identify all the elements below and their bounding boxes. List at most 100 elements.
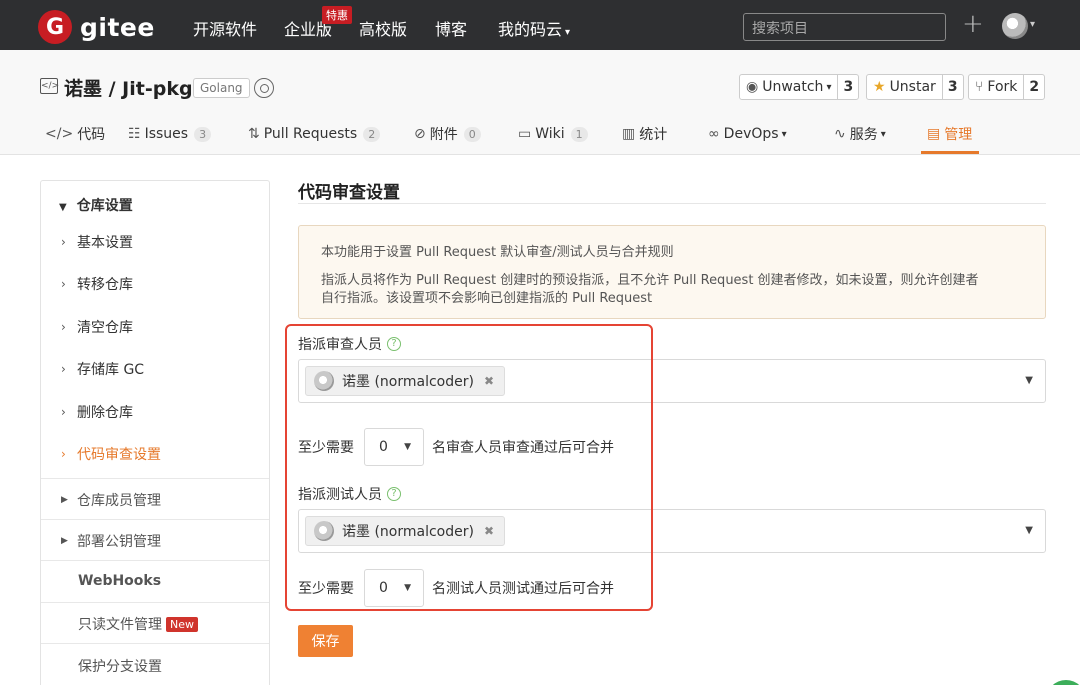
chevron-right-icon: ›	[61, 277, 66, 291]
sidebar-item-clear[interactable]: › 清空仓库	[61, 317, 133, 337]
test-count-value: 0	[379, 580, 388, 596]
chevron-down-icon[interactable]: ▾	[1030, 19, 1035, 30]
tab-manage[interactable]: ▤ 管理	[927, 124, 972, 144]
tab-code[interactable]: </> 代码	[45, 124, 105, 144]
reviewer-select[interactable]: 诺墨 (normalcoder) ✖ ▼	[298, 359, 1046, 403]
attachment-icon: ⊘	[414, 126, 426, 142]
watch-count[interactable]: 3	[838, 79, 858, 95]
tab-label: DevOps	[723, 126, 779, 142]
tester-label: 指派测试人员?	[298, 484, 401, 504]
tab-label: 统计	[639, 127, 668, 143]
sidebar-item-members[interactable]: ▶ 仓库成员管理	[61, 490, 161, 510]
top-nav: G gitee 开源软件 企业版 特惠 高校版 博客 我的码云 ▾ 搜索项目 + …	[0, 0, 1080, 50]
help-icon[interactable]: ?	[387, 487, 401, 501]
plus-icon[interactable]: +	[962, 11, 984, 37]
wiki-icon: ▭	[518, 126, 532, 142]
sidebar-item-deploy-keys[interactable]: ▶ 部署公钥管理	[61, 531, 161, 551]
sidebar-item-transfer[interactable]: › 转移仓库	[61, 274, 133, 294]
chevron-right-icon: ›	[61, 362, 66, 376]
divider	[41, 519, 269, 520]
remove-icon[interactable]: ✖	[484, 524, 494, 538]
chevron-down-icon[interactable]: ▼	[1025, 375, 1033, 386]
nav-university[interactable]: 高校版	[359, 16, 407, 40]
chevron-down-icon: ▼	[404, 442, 411, 452]
fork-button[interactable]: ⑂ Fork 2	[968, 74, 1046, 100]
issues-icon: ☷	[128, 126, 141, 142]
chevron-down-icon[interactable]: ▼	[1025, 525, 1033, 536]
review-count-select[interactable]: 0 ▼	[364, 428, 424, 466]
save-button[interactable]: 保存	[298, 625, 353, 657]
test-suffix: 名测试人员测试通过后可合并	[432, 581, 614, 597]
repo-code-icon: </>	[40, 78, 59, 94]
eye-icon: ◉	[746, 79, 759, 95]
sidebar-item-gc[interactable]: › 存储库 GC	[61, 359, 144, 379]
tab-attachments[interactable]: ⊘ 附件 0	[414, 124, 481, 144]
sidebar-item-protected-branches[interactable]: 保护分支设置	[78, 656, 162, 676]
tab-devops[interactable]: ∞ DevOps ▾	[708, 124, 787, 144]
remove-icon[interactable]: ✖	[484, 374, 494, 388]
repo-title[interactable]: 诺墨 / Jit-pkg	[64, 74, 193, 101]
notice-line: 自行指派。该设置项不会影响已创建指派的 Pull Request	[321, 291, 653, 306]
divider	[41, 602, 269, 603]
notice-line: 指派人员将作为 Pull Request 创建时的预设指派，且不允许 Pull …	[321, 273, 979, 288]
sidebar-item-label: 清空仓库	[77, 320, 133, 336]
search-input[interactable]: 搜索项目	[743, 13, 946, 41]
avatar	[314, 371, 334, 391]
tab-services[interactable]: ∿ 服务 ▾	[834, 124, 886, 144]
language-tag[interactable]: Golang	[193, 78, 250, 98]
help-widget[interactable]	[1046, 680, 1080, 685]
help-icon[interactable]: ?	[387, 337, 401, 351]
tab-pull-requests[interactable]: ⇅ Pull Requests 2	[248, 124, 381, 144]
sidebar-item-basic[interactable]: › 基本设置	[61, 232, 133, 252]
pull-request-icon: ⇅	[248, 126, 260, 142]
fork-icon: ⑂	[975, 79, 984, 95]
active-tab-indicator	[921, 151, 979, 154]
star-count[interactable]: 3	[943, 79, 963, 95]
tab-count: 2	[363, 126, 381, 142]
reviewer-label: 指派审查人员?	[298, 334, 401, 354]
tab-wiki[interactable]: ▭ Wiki 1	[518, 124, 588, 144]
sidebar-item-webhooks[interactable]: WebHooks	[78, 573, 161, 589]
review-count-value: 0	[379, 439, 388, 455]
tab-count: 0	[463, 126, 481, 142]
chevron-right-icon: ›	[61, 235, 66, 249]
page-title: 代码审查设置	[298, 183, 400, 203]
tab-label: 管理	[944, 127, 973, 143]
test-count-row: 至少需要 0 ▼ 名测试人员测试通过后可合并	[298, 569, 614, 607]
review-suffix: 名审查人员审查通过后可合并	[432, 440, 614, 456]
sidebar-item-code-review[interactable]: › 代码审查设置	[61, 444, 161, 464]
fork-label: Fork	[987, 79, 1018, 95]
settings-sidebar: ▼ 仓库设置 › 基本设置 › 转移仓库 › 清空仓库 › 存储库 GC › 删除仓库 › 代…	[40, 180, 270, 685]
chevron-down-icon: ▾	[826, 81, 832, 93]
avatar	[314, 521, 334, 541]
devops-icon: ∞	[708, 126, 720, 142]
gitee-logo[interactable]: G gitee	[38, 10, 155, 44]
star-icon: ★	[873, 79, 886, 95]
fork-count[interactable]: 2	[1024, 79, 1044, 95]
sidebar-item-label: 部署公钥管理	[77, 534, 161, 550]
test-count-select[interactable]: 0 ▼	[364, 569, 424, 607]
nav-open-source[interactable]: 开源软件	[193, 16, 257, 40]
tab-label: Wiki	[535, 126, 565, 142]
sidebar-item-label: 代码审查设置	[77, 447, 161, 463]
reviewer-label-text: 指派审查人员	[298, 337, 382, 353]
test-prefix: 至少需要	[298, 581, 354, 597]
sidebar-heading[interactable]: ▼ 仓库设置	[59, 195, 133, 215]
watch-button[interactable]: ◉ Unwatch ▾ 3	[739, 74, 860, 100]
avatar[interactable]	[1002, 13, 1028, 39]
nav-my-gitee[interactable]: 我的码云 ▾	[498, 16, 570, 40]
caret-right-icon: ▶	[61, 536, 68, 546]
notice-line: 本功能用于设置 Pull Request 默认审查/测试人员与合并规则	[321, 245, 674, 260]
sidebar-item-readonly-files[interactable]: 只读文件管理 New	[78, 614, 198, 634]
tester-chip: 诺墨 (normalcoder) ✖	[305, 516, 506, 546]
tab-count: 1	[570, 126, 588, 142]
nav-blog[interactable]: 博客	[435, 16, 467, 40]
sidebar-item-delete[interactable]: › 删除仓库	[61, 402, 133, 422]
tab-issues[interactable]: ☷ Issues 3	[128, 124, 212, 144]
tab-label: 附件	[429, 127, 458, 143]
tester-select[interactable]: 诺墨 (normalcoder) ✖ ▼	[298, 509, 1046, 553]
star-button[interactable]: ★ Unstar 3	[866, 74, 964, 100]
award-icon[interactable]	[254, 78, 274, 98]
divider	[41, 478, 269, 479]
tab-stats[interactable]: ▥ 统计	[622, 124, 667, 144]
